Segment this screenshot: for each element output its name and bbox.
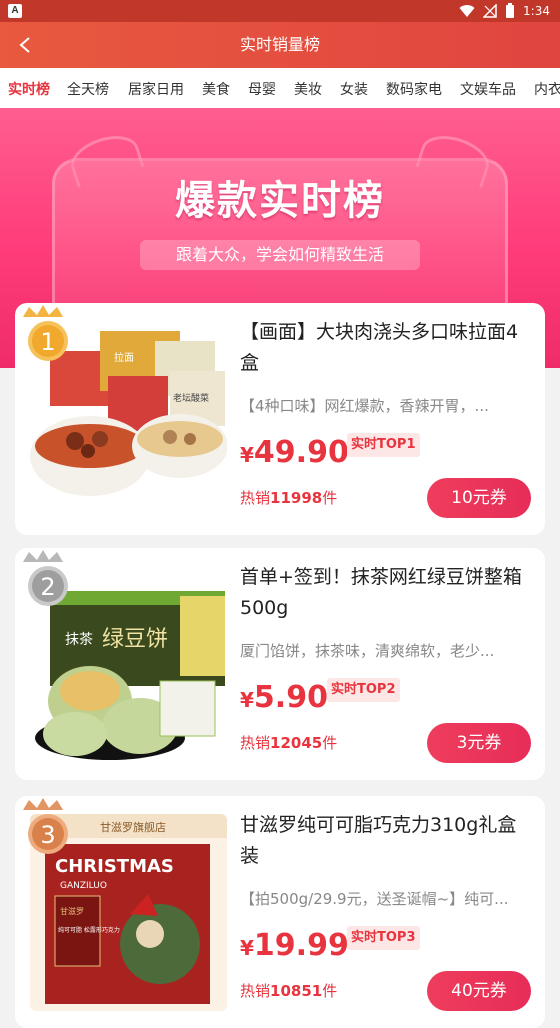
svg-text:纯可可脂 松露形巧克力: 纯可可脂 松露形巧克力 — [58, 926, 120, 934]
svg-text:抹茶: 抹茶 — [65, 632, 93, 648]
product-price: ¥5.90 — [240, 680, 328, 715]
tab-underwear[interactable]: 内衣 — [534, 68, 560, 108]
header-bar: 实时销量榜 — [0, 22, 560, 68]
rank-medal-bronze-icon: 3 — [23, 798, 68, 854]
svg-text:1: 1 — [40, 328, 55, 356]
product-card[interactable]: 甘滋罗旗舰店 CHRISTMAS GANZILUO 甘滋罗 纯可可脂 松露形巧克… — [15, 796, 545, 1028]
tab-realtime[interactable]: 实时榜 — [8, 68, 50, 108]
page-title: 实时销量榜 — [239, 35, 320, 54]
rank-medal-gold-icon: 1 — [23, 305, 68, 361]
status-bar: A 1:34 — [0, 0, 560, 22]
rank-tag: 实时TOP3 — [347, 926, 420, 950]
banner-title: 爆款实时榜 — [175, 178, 385, 224]
product-description: 【4种口味】网红爆款，香辣开胃，... — [240, 397, 489, 415]
svg-text:甘滋罗: 甘滋罗 — [60, 906, 84, 916]
app-notification-icon: A — [8, 4, 22, 18]
tab-baby[interactable]: 母婴 — [248, 68, 276, 108]
product-title[interactable]: 甘滋罗纯可可脂巧克力310g礼盒装 — [240, 810, 535, 872]
svg-text:3: 3 — [40, 821, 55, 849]
tab-allday[interactable]: 全天榜 — [67, 68, 109, 108]
rank-tag: 实时TOP1 — [347, 433, 420, 457]
product-price: ¥19.99 — [240, 928, 349, 963]
sales-count: 热销10851件 — [240, 982, 338, 1000]
wifi-icon — [459, 5, 475, 18]
tab-food[interactable]: 美食 — [202, 68, 230, 108]
product-description: 厦门馅饼，抹茶味，清爽绵软，老少... — [240, 642, 495, 660]
sales-count: 热销11998件 — [240, 489, 338, 507]
tab-digital[interactable]: 数码家电 — [386, 68, 442, 108]
rank-tag: 实时TOP2 — [327, 678, 400, 702]
coupon-button[interactable]: 3元券 — [427, 723, 531, 763]
svg-text:甘滋罗旗舰店: 甘滋罗旗舰店 — [100, 820, 166, 834]
product-title[interactable]: 首单+签到！抹茶网红绿豆饼整箱500g — [240, 562, 535, 624]
product-price: ¥49.90 — [240, 435, 349, 470]
tab-beauty[interactable]: 美妆 — [294, 68, 322, 108]
category-tabs: 实时榜 全天榜 居家日用 美食 母婴 美妆 女装 数码家电 文娱车品 内衣 — [0, 68, 560, 108]
coupon-button[interactable]: 40元券 — [427, 971, 531, 1011]
tab-women[interactable]: 女装 — [340, 68, 368, 108]
product-description: 【拍500g/29.9元，送圣诞帽~】纯可... — [240, 890, 509, 908]
tab-entertainment[interactable]: 文娱车品 — [460, 68, 516, 108]
tab-home[interactable]: 居家日用 — [128, 68, 184, 108]
sales-count: 热销12045件 — [240, 734, 338, 752]
product-title[interactable]: 【画面】大块肉浇头多口味拉面4盒 — [240, 317, 535, 379]
svg-text:绿豆饼: 绿豆饼 — [102, 627, 168, 652]
svg-text:CHRISTMAS: CHRISTMAS — [55, 856, 174, 877]
battery-icon — [506, 3, 515, 18]
svg-text:老坛酸菜: 老坛酸菜 — [173, 392, 209, 404]
product-card[interactable]: 拉面 老坛酸菜 1 【画面】大块肉浇头多口味拉面4盒 【4种口味】网红爆款，香辣… — [15, 303, 545, 535]
status-icons: 1:34 — [459, 2, 550, 20]
svg-text:拉面: 拉面 — [114, 351, 134, 364]
coupon-button[interactable]: 10元券 — [427, 478, 531, 518]
rank-medal-silver-icon: 2 — [23, 550, 68, 606]
signal-icon — [483, 4, 497, 18]
product-card[interactable]: 抹茶 绿豆饼 2 首单+签到！抹茶网红绿豆饼整箱500g 厦门馅饼，抹茶味，清爽… — [15, 548, 545, 780]
svg-text:GANZILUO: GANZILUO — [60, 881, 107, 891]
svg-text:2: 2 — [40, 573, 55, 601]
clock: 1:34 — [523, 4, 550, 18]
banner-subtitle: 跟着大众，学会如何精致生活 — [140, 240, 420, 270]
